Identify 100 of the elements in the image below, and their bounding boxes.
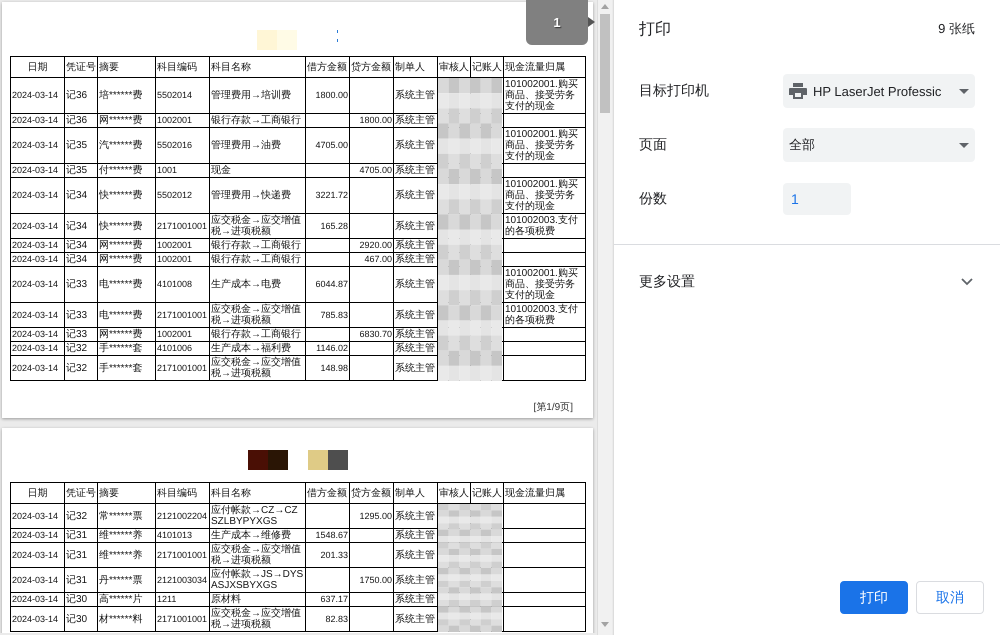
table-cell: 637.17 <box>306 592 350 606</box>
table-cell: 记30 <box>64 606 98 632</box>
table-cell: 5502016 <box>156 128 210 164</box>
table-cell: 培******费 <box>98 78 156 114</box>
table-cell: 付******费 <box>98 164 156 178</box>
table-cell: 应交税金→应交增值税→进项税额 <box>210 302 306 328</box>
table-cell: 应交税金→应交增值税→进项税额 <box>210 214 306 238</box>
column-header: 制单人 <box>394 56 438 78</box>
table-cell: 记32 <box>64 504 98 528</box>
table-cell: 记32 <box>64 342 98 356</box>
table-cell: 2171001001 <box>156 542 210 568</box>
table-cell: 101002003.支付的各项税费 <box>504 214 586 238</box>
table-cell: 记30 <box>64 592 98 606</box>
column-header: 贷方金额 <box>350 56 394 78</box>
column-header: 现金流量归属 <box>504 482 586 504</box>
table-cell: 467.00 <box>350 252 394 266</box>
table-cell: 2171001001 <box>156 214 210 238</box>
table-cell: 应交税金→应交增值税→进项税额 <box>210 606 306 632</box>
table-cell: 丹******票 <box>98 568 156 592</box>
table-cell: 2024-03-14 <box>10 606 64 632</box>
field-label: 页面 <box>639 136 668 154</box>
table-cell: 1002001 <box>156 238 210 252</box>
table-cell: 6830.70 <box>350 328 394 342</box>
scrollbar[interactable] <box>597 0 612 635</box>
pages-select[interactable]: 全部 <box>783 128 975 162</box>
column-header: 凭证号 <box>64 482 98 504</box>
table-cell: 2024-03-14 <box>10 568 64 592</box>
table-cell: 应付帐款→CZ→CZSZLBYPYXGS <box>210 504 306 528</box>
table-cell: 快******费 <box>98 214 156 238</box>
table-cell: 1548.67 <box>306 528 350 542</box>
table-cell: 网******费 <box>98 252 156 266</box>
table-cell: 2024-03-14 <box>10 356 64 380</box>
table-cell: 148.98 <box>306 356 350 380</box>
table-cell: 记36 <box>64 114 98 128</box>
column-header: 科目编码 <box>156 56 210 78</box>
table-cell: 2024-03-14 <box>10 178 64 214</box>
column-header: 凭证号 <box>64 56 98 78</box>
table-cell: 记31 <box>64 568 98 592</box>
column-header: 科目名称 <box>210 482 306 504</box>
caret-icon <box>959 88 969 94</box>
table-cell: 2024-03-14 <box>10 592 64 606</box>
column-header: 科目名称 <box>210 56 306 78</box>
table-cell: 1002001 <box>156 328 210 342</box>
table-cell: 记33 <box>64 302 98 328</box>
table-cell: 生产成本→福利费 <box>210 342 306 356</box>
table-cell: 101002001.购买商品、接受劳务支付的现金 <box>504 178 586 214</box>
column-header: 借方金额 <box>306 482 350 504</box>
table-cell: 记34 <box>64 238 98 252</box>
table-cell: 原材料 <box>210 592 306 606</box>
column-header: 科目编码 <box>156 482 210 504</box>
table-cell: 快******费 <box>98 178 156 214</box>
table-cell: 电******费 <box>98 302 156 328</box>
table-cell: 记31 <box>64 528 98 542</box>
table-cell: 汽******费 <box>98 128 156 164</box>
table-cell: 1800.00 <box>306 78 350 114</box>
print-button[interactable]: 打印 <box>840 581 908 614</box>
table-cell: 165.28 <box>306 214 350 238</box>
field-label: 份数 <box>639 190 668 208</box>
table-cell: 记34 <box>64 214 98 238</box>
table-cell: 4101008 <box>156 266 210 302</box>
column-header: 现金流量归属 <box>504 56 586 78</box>
table-cell: 4101013 <box>156 528 210 542</box>
table-cell: 2024-03-14 <box>10 528 64 542</box>
table-cell: 高******片 <box>98 592 156 606</box>
table-cell: 记31 <box>64 542 98 568</box>
printer-select[interactable]: HP LaserJet Professic <box>783 74 975 108</box>
table-cell: 101002001.购买商品、接受劳务支付的现金 <box>504 78 586 114</box>
table-cell: 记34 <box>64 178 98 214</box>
table-cell: 6044.87 <box>306 266 350 302</box>
table-cell: 4705.00 <box>306 128 350 164</box>
column-header: 摘要 <box>98 56 156 78</box>
table-cell: 记35 <box>64 128 98 164</box>
printer-icon <box>789 83 807 99</box>
table-cell: 2024-03-14 <box>10 328 64 342</box>
table-cell: 2024-03-14 <box>10 128 64 164</box>
table-cell: 4101006 <box>156 342 210 356</box>
table-cell: 4705.00 <box>350 164 394 178</box>
table-cell: 记33 <box>64 266 98 302</box>
table-cell: 2024-03-14 <box>10 164 64 178</box>
column-header: 制单人 <box>394 482 438 504</box>
table-cell: 银行存款→工商银行 <box>210 328 306 342</box>
scrollbar-thumb[interactable] <box>600 14 610 113</box>
pointer-icon <box>588 17 595 27</box>
caret-icon <box>959 142 969 148</box>
sheet-count: 9 张纸 <box>938 20 975 38</box>
table-cell: 手******套 <box>98 342 156 356</box>
page-number: [第1/9页] <box>534 401 574 415</box>
table-cell: 管理费用→培训费 <box>210 78 306 114</box>
column-header: 贷方金额 <box>350 482 394 504</box>
table-cell: 2920.00 <box>350 238 394 252</box>
copies-field[interactable]: 1 <box>783 183 851 215</box>
table-cell: 维******养 <box>98 528 156 542</box>
table-cell: 生产成本→电费 <box>210 266 306 302</box>
cancel-button[interactable]: 取消 <box>916 581 984 614</box>
table-cell: 201.33 <box>306 542 350 568</box>
table-cell: 2171001001 <box>156 356 210 380</box>
more-settings-toggle[interactable]: 更多设置 <box>614 245 1000 319</box>
table-cell: 记33 <box>64 328 98 342</box>
table-cell: 2024-03-14 <box>10 78 64 114</box>
table-cell: 2024-03-14 <box>10 504 64 528</box>
